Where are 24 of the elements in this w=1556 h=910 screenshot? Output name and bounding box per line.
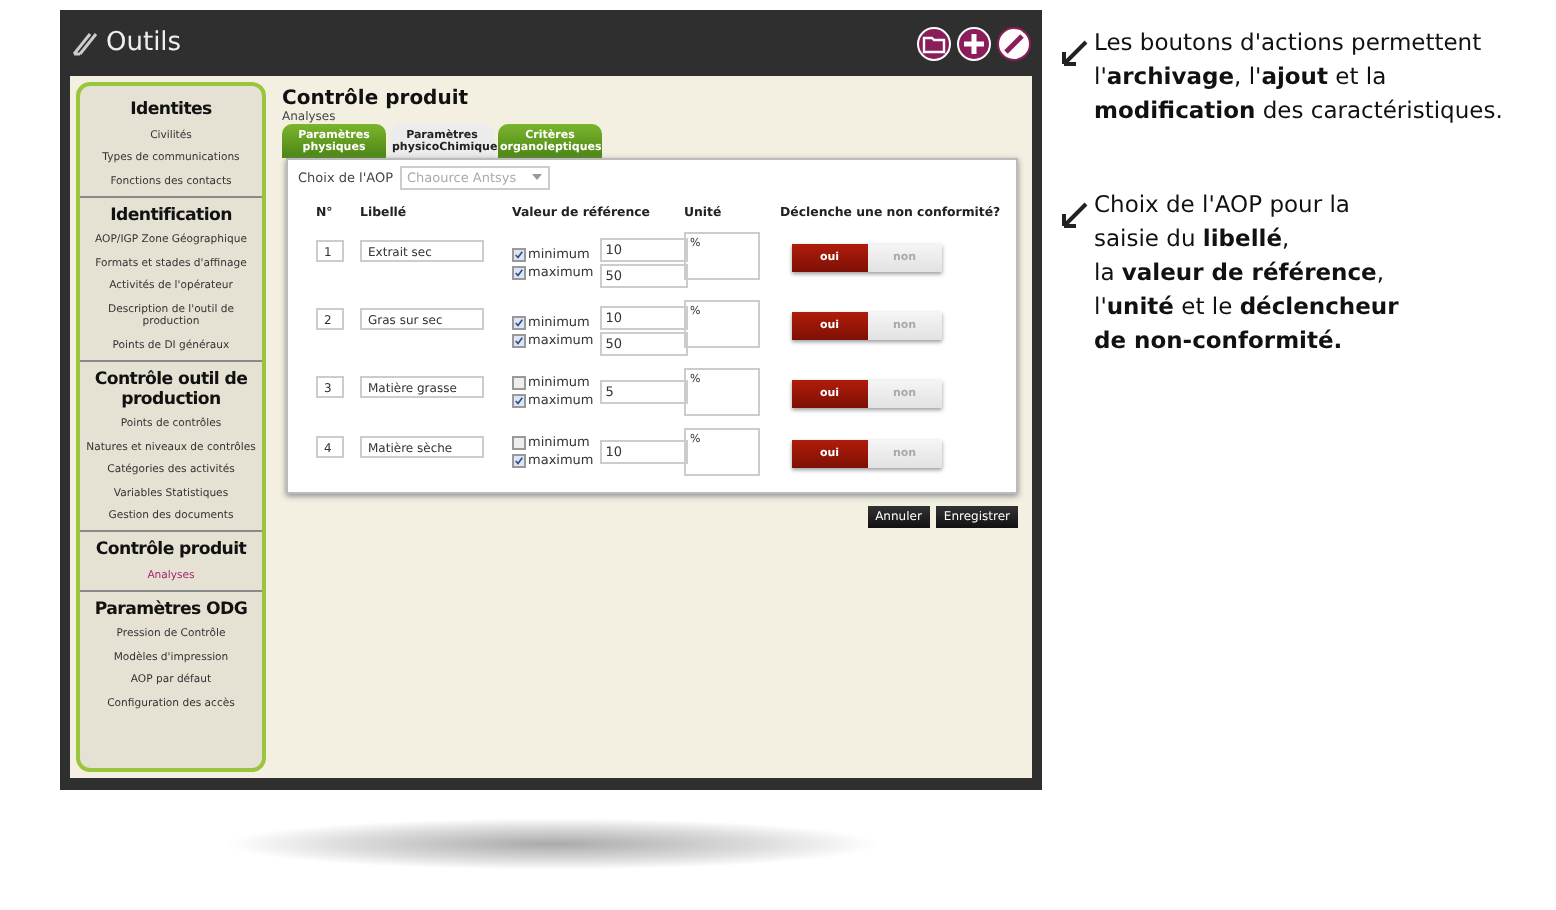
edit-icon[interactable] [996,25,1032,61]
checkbox[interactable] [512,453,526,467]
checkbox[interactable] [512,333,526,347]
sidebar-heading: Identification [108,203,234,229]
checkbox[interactable] [512,315,526,329]
sidebar-heading: Contrôle outil de production [92,367,250,413]
folder-icon[interactable] [916,25,952,61]
annotation-text: Choix de l'AOP pour la saisie du libellé, la valeur de référence, l'unité et le déclencheur de non-conformité. [1094,188,1399,358]
caret-icon [532,174,543,182]
page-title: Contrôle produit [282,88,471,110]
checkbox[interactable] [512,393,526,407]
sidebar-heading: Contrôle produit [93,538,249,564]
sidebar-heading: Identites [128,98,214,124]
arrow-icon [1058,38,1090,70]
sidebar-heading: Paramètres ODG [92,597,250,623]
tools-icon [70,29,102,57]
add-icon[interactable] [956,25,992,61]
annotation-text: Les boutons d'actions permettent l'archivage, l'ajout et la modification des caractéristiques. [1094,26,1503,128]
checkbox[interactable] [512,435,526,449]
checkbox[interactable] [512,375,526,389]
checkbox[interactable] [512,265,526,279]
arrow-icon [1058,200,1090,232]
checkbox[interactable] [512,247,526,261]
window-title: Outils [106,28,182,58]
